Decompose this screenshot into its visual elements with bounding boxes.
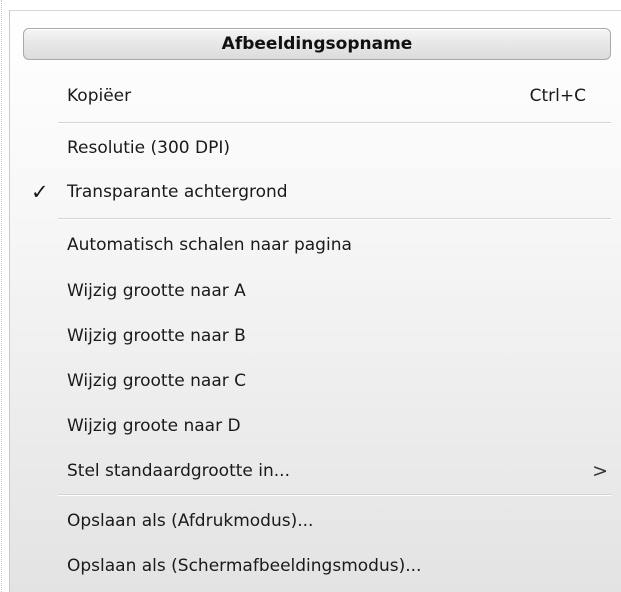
window-edge: [1, 0, 2, 592]
menu-separator: [58, 122, 611, 124]
menu-item-label: Resolutie (300 DPI): [67, 138, 230, 158]
menu-item-resize-b[interactable]: Wijzig grootte naar B: [10, 316, 621, 356]
menu-item-resize-d[interactable]: Wijzig groote naar D: [10, 406, 621, 446]
menu-title: Afbeeldingsopname: [23, 28, 611, 60]
menu-item-label: Kopiëer: [67, 86, 132, 106]
menu-item-label: Wijzig grootte naar C: [67, 371, 246, 391]
menu-item-label: Stel standaardgrootte in...: [67, 461, 290, 481]
menu-item-label: Wijzig grootte naar B: [67, 326, 246, 346]
menu-item-resize-a[interactable]: Wijzig grootte naar A: [10, 271, 621, 311]
menu-item-save-screenshot-mode[interactable]: Opslaan als (Schermafbeeldingsmodus)...: [10, 546, 621, 586]
menu-item-save-print-mode[interactable]: Opslaan als (Afdrukmodus)...: [10, 501, 621, 541]
chevron-right-icon: >: [592, 460, 608, 482]
menu-item-label: Opslaan als (Afdrukmodus)...: [67, 511, 314, 531]
checkmark-icon: ✓: [31, 180, 49, 204]
menu-separator: [58, 494, 611, 496]
menu-item-label: Wijzig groote naar D: [67, 416, 241, 436]
menu-item-label: Transparante achtergrond: [67, 182, 288, 202]
menu-item-copy[interactable]: Kopiëer Ctrl+C: [10, 76, 621, 116]
menu-item-resolution[interactable]: Resolutie (300 DPI): [10, 128, 621, 168]
menu-item-resize-c[interactable]: Wijzig grootte naar C: [10, 361, 621, 401]
menu-item-label: Opslaan als (Schermafbeeldingsmodus)...: [67, 556, 422, 576]
context-menu: Afbeeldingsopname Kopiëer Ctrl+C Resolut…: [9, 10, 621, 592]
menu-separator: [58, 218, 611, 220]
menu-item-label: Wijzig grootte naar A: [67, 281, 246, 301]
menu-item-label: Automatisch schalen naar pagina: [67, 235, 352, 255]
shortcut-label: Ctrl+C: [529, 86, 586, 106]
menu-item-set-default-size[interactable]: Stel standaardgrootte in... >: [10, 451, 621, 491]
menu-item-transparent-background[interactable]: ✓ Transparante achtergrond: [10, 172, 621, 212]
menu-item-auto-scale[interactable]: Automatisch schalen naar pagina: [10, 225, 621, 265]
